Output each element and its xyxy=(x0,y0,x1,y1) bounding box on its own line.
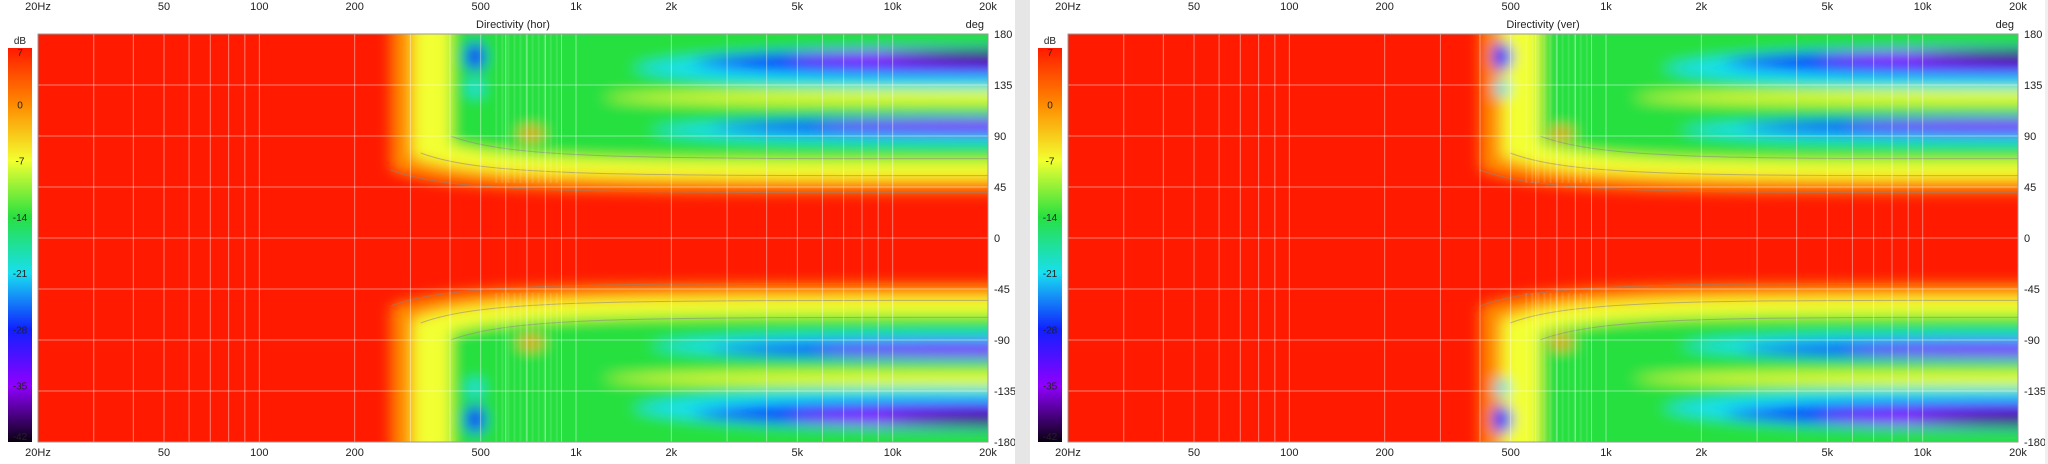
colorbar-tick-label: -21 xyxy=(1043,269,1058,280)
colorbar-tick-label: -42 xyxy=(13,432,28,443)
x-tick-label-bottom: 10k xyxy=(884,447,902,459)
colorbar-tick-label: 7 xyxy=(17,48,23,59)
panel-vertical: Directivity (ver) 20Hz 20Hz 50 50 100 100 200 20… xyxy=(1030,0,2045,464)
directivity-ver-chart: Directivity (ver) 20Hz 20Hz 50 50 100 100 200 20… xyxy=(1038,1,2045,459)
y-tick-label: -90 xyxy=(2024,335,2040,347)
x-tick-label-top: 10k xyxy=(884,1,902,13)
x-tick-label-top: 5k xyxy=(1822,1,1834,13)
y-tick-label: 180 xyxy=(994,29,1012,41)
y-tick-label: -90 xyxy=(994,335,1010,347)
x-tick-label-bottom: 200 xyxy=(345,447,363,459)
x-tick-label-bottom: 1k xyxy=(570,447,582,459)
y-tick-label: -180 xyxy=(994,437,1015,449)
x-tick-label-bottom: 100 xyxy=(1280,447,1298,459)
x-tick-label-bottom: 50 xyxy=(1188,447,1200,459)
panel-divider xyxy=(1015,0,1030,464)
x-tick-label-bottom: 2k xyxy=(1696,447,1708,459)
colorbar-tick-label: -28 xyxy=(1043,325,1058,336)
colorbar-tick-label: -14 xyxy=(1043,213,1058,224)
colorbar-tick-label: -14 xyxy=(13,213,28,224)
x-tick-label-top: 5k xyxy=(792,1,804,13)
x-tick-label-bottom: 20Hz xyxy=(25,447,51,459)
colorbar-tick-label: 0 xyxy=(17,100,23,111)
x-tick-label-top: 500 xyxy=(472,1,490,13)
x-tick-label-bottom: 2k xyxy=(666,447,678,459)
x-tick-label-bottom: 1k xyxy=(1600,447,1612,459)
y-tick-label: -45 xyxy=(994,284,1010,296)
colorbar-tick-label: 7 xyxy=(1047,48,1053,59)
y-tick-label: -135 xyxy=(994,386,1015,398)
colorbar-tick-label: -21 xyxy=(13,269,28,280)
x-tick-label-top: 2k xyxy=(1696,1,1708,13)
x-tick-label-top: 50 xyxy=(1188,1,1200,13)
x-tick-label-top: 20Hz xyxy=(25,1,51,13)
x-tick-label-bottom: 200 xyxy=(1375,447,1393,459)
x-tick-label-bottom: 20Hz xyxy=(1055,447,1081,459)
x-tick-label-top: 200 xyxy=(345,1,363,13)
x-tick-label-top: 1k xyxy=(570,1,582,13)
y-tick-label: 45 xyxy=(994,182,1006,194)
x-tick-label-top: 500 xyxy=(1502,1,1520,13)
y-unit-label: deg xyxy=(966,19,984,31)
x-tick-label-top: 50 xyxy=(158,1,170,13)
y-tick-label: 0 xyxy=(994,233,1000,245)
panel-horizontal: Directivity (hor) 20Hz 20Hz 50 50 100 100 200 20… xyxy=(0,0,1015,464)
colorbar-tick-label: 0 xyxy=(1047,100,1053,111)
x-tick-label-bottom: 10k xyxy=(1914,447,1932,459)
chart-title: Directivity (hor) xyxy=(476,19,550,31)
colorbar-unit: dB xyxy=(1044,36,1057,47)
x-tick-label-top: 20k xyxy=(2009,1,2027,13)
colorbar-tick-label: -7 xyxy=(1046,157,1055,168)
x-tick-label-top: 20k xyxy=(979,1,997,13)
x-tick-label-bottom: 50 xyxy=(158,447,170,459)
y-tick-label: 135 xyxy=(994,80,1012,92)
x-tick-label-top: 200 xyxy=(1375,1,1393,13)
x-tick-label-top: 100 xyxy=(1280,1,1298,13)
chart-title: Directivity (ver) xyxy=(1506,19,1579,31)
y-tick-label: 135 xyxy=(2024,80,2042,92)
y-tick-label: 0 xyxy=(2024,233,2030,245)
y-tick-label: 180 xyxy=(2024,29,2042,41)
y-tick-label: 90 xyxy=(994,131,1006,143)
y-tick-label: 90 xyxy=(2024,131,2036,143)
x-tick-label-bottom: 500 xyxy=(1502,447,1520,459)
colorbar-tick-label: -35 xyxy=(1043,382,1058,393)
y-tick-label: -45 xyxy=(2024,284,2040,296)
x-tick-label-top: 10k xyxy=(1914,1,1932,13)
colorbar-tick-label: -7 xyxy=(16,157,25,168)
x-tick-label-bottom: 500 xyxy=(472,447,490,459)
x-tick-label-top: 20Hz xyxy=(1055,1,1081,13)
colorbar-tick-label: -28 xyxy=(13,325,28,336)
directivity-hor-chart: Directivity (hor) 20Hz 20Hz 50 50 100 100 200 20… xyxy=(8,1,1015,459)
x-tick-label-bottom: 5k xyxy=(1822,447,1834,459)
x-tick-label-top: 2k xyxy=(666,1,678,13)
x-tick-label-bottom: 100 xyxy=(250,447,268,459)
x-tick-label-top: 100 xyxy=(250,1,268,13)
colorbar-tick-label: -35 xyxy=(13,382,28,393)
x-tick-label-top: 1k xyxy=(1600,1,1612,13)
y-tick-label: -135 xyxy=(2024,386,2045,398)
y-unit-label: deg xyxy=(1996,19,2014,31)
colorbar-tick-label: -42 xyxy=(1043,432,1058,443)
y-tick-label: -180 xyxy=(2024,437,2045,449)
colorbar-unit: dB xyxy=(14,36,27,47)
y-tick-label: 45 xyxy=(2024,182,2036,194)
x-tick-label-bottom: 5k xyxy=(792,447,804,459)
